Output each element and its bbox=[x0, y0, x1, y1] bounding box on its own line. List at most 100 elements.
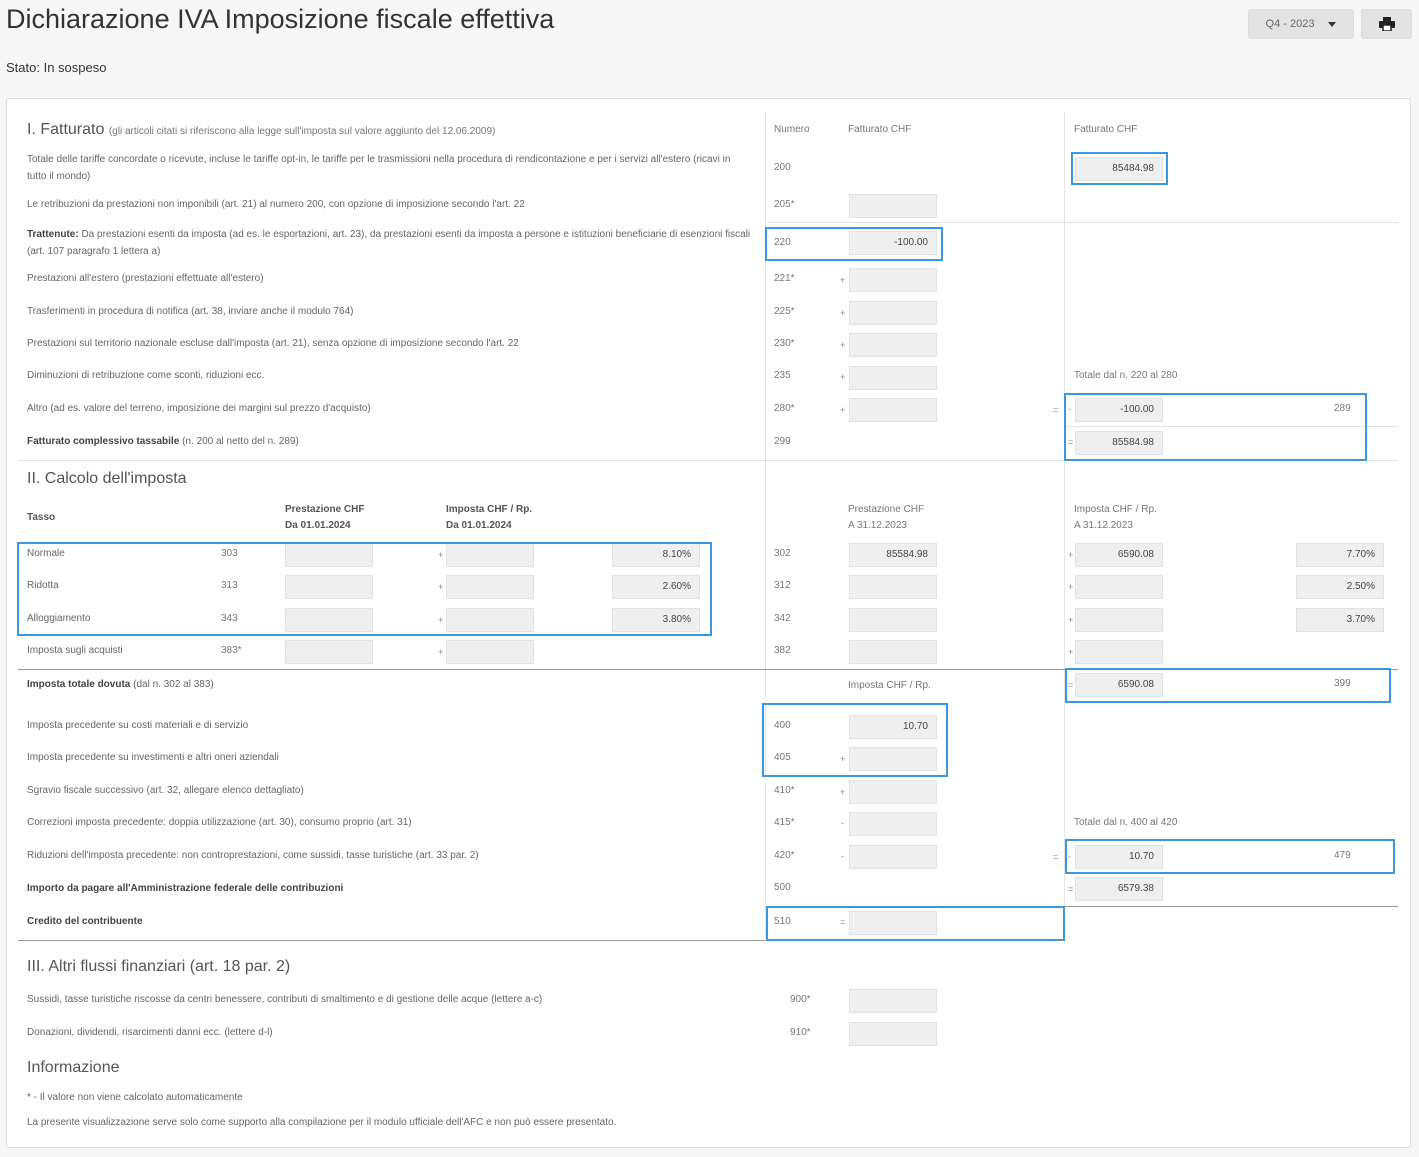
field-382-imp[interactable] bbox=[1075, 640, 1163, 664]
field-383-imp[interactable] bbox=[446, 640, 534, 664]
row-200-label: Totale delle tariffe concordate o ricevu… bbox=[27, 154, 731, 182]
minus-sign: - bbox=[841, 851, 844, 861]
col-fatturato: Fatturato CHF bbox=[848, 124, 912, 135]
totale-dovuta-label: Imposta totale dovuta (dal n. 302 al 383… bbox=[27, 679, 214, 690]
row-280-num: 280* bbox=[774, 403, 795, 414]
totale-col: Imposta CHF / Rp. bbox=[848, 680, 931, 691]
row-410-label: Sgravio fiscale successivo (art. 32, all… bbox=[27, 785, 304, 796]
col-imp-new: Imposta CHF / Rp. Da 01.01.2024 bbox=[446, 504, 533, 531]
field-302-imp[interactable]: 6590.08 bbox=[1075, 543, 1163, 567]
section-fatturato-title: I. Fatturato (gli articoli citati si rif… bbox=[27, 121, 496, 138]
minus-sign: - bbox=[841, 818, 844, 828]
field-342-imp[interactable] bbox=[1075, 608, 1163, 632]
field-500[interactable]: 6579.38 bbox=[1075, 877, 1163, 901]
plus-sign: + bbox=[840, 340, 846, 350]
highlight-box bbox=[765, 227, 943, 261]
highlight-box bbox=[1065, 839, 1395, 874]
row-910-label: Donazioni, dividendi, risarcimenti danni… bbox=[27, 1027, 273, 1038]
status-text: Stato: In sospeso bbox=[6, 60, 107, 75]
field-382-prest[interactable] bbox=[849, 640, 937, 664]
info-note-1: * - Il valore non viene calcolato automa… bbox=[27, 1092, 243, 1103]
acquisti-label: Imposta sugli acquisti bbox=[27, 645, 123, 656]
highlight-box bbox=[766, 906, 1065, 941]
field-312-prest[interactable] bbox=[849, 575, 937, 599]
row-410-num: 410* bbox=[774, 785, 795, 796]
field-420[interactable] bbox=[849, 845, 937, 869]
plus-sign: + bbox=[840, 787, 846, 797]
rate-312: 2.50% bbox=[1296, 575, 1384, 599]
row-221-num: 221* bbox=[774, 273, 795, 284]
row-225-label: Trasferimenti in procedura di notifica (… bbox=[27, 306, 354, 317]
divider bbox=[1064, 906, 1398, 907]
rate-alloggiamento-num-old: 342 bbox=[774, 613, 791, 624]
totale-220-280-label: Totale dal n. 220 al 280 bbox=[1074, 370, 1178, 381]
plus-sign: + bbox=[1068, 550, 1074, 560]
row-420-num: 420* bbox=[774, 850, 795, 861]
field-205[interactable] bbox=[849, 194, 937, 218]
row-280-label: Altro (ad es. valore del terreno, imposi… bbox=[27, 403, 371, 414]
highlight-box bbox=[1064, 393, 1367, 461]
field-225[interactable] bbox=[849, 301, 937, 325]
acquisti-num: 383* bbox=[221, 645, 242, 656]
field-900[interactable] bbox=[849, 989, 937, 1013]
row-420-label: Riduzioni dell'imposta precedente: non c… bbox=[27, 850, 479, 861]
equals-sign: = bbox=[1053, 852, 1059, 862]
plus-sign: + bbox=[840, 372, 846, 382]
row-205-num: 205* bbox=[774, 199, 795, 210]
field-312-imp[interactable] bbox=[1075, 575, 1163, 599]
field-383-prest[interactable] bbox=[285, 640, 373, 664]
plus-sign: + bbox=[840, 275, 846, 285]
credito-label: Credito del contribuente bbox=[27, 916, 143, 927]
highlight-box bbox=[1071, 152, 1168, 185]
highlight-box bbox=[762, 703, 948, 777]
field-280[interactable] bbox=[849, 398, 937, 422]
field-221[interactable] bbox=[849, 268, 937, 292]
row-230-label: Prestazioni sul territorio nazionale esc… bbox=[27, 338, 519, 349]
col-prest-old: Prestazione CHF A 31.12.2023 bbox=[848, 504, 925, 531]
col-imp-old: Imposta CHF / Rp. A 31.12.2023 bbox=[1074, 504, 1157, 531]
row-400-label: Imposta precedente su costi materiali e … bbox=[27, 720, 249, 731]
totale-400-420-label: Totale dal n. 400 al 420 bbox=[1074, 817, 1178, 828]
divider bbox=[765, 222, 1398, 223]
print-button[interactable] bbox=[1361, 9, 1412, 39]
row-415-label: Correzioni imposta precedente: doppia ut… bbox=[27, 817, 412, 828]
row-235-num: 235 bbox=[774, 370, 791, 381]
row-220-label: Trattenute: Da prestazioni esenti da imp… bbox=[27, 229, 751, 257]
section-info-title: Informazione bbox=[27, 1059, 120, 1076]
rate-342: 3.70% bbox=[1296, 608, 1384, 632]
plus-sign: + bbox=[840, 308, 846, 318]
row-235-label: Diminuzioni di retribuzione come sconti,… bbox=[27, 370, 265, 381]
row-900-label: Sussidi, tasse turistiche riscosse da ce… bbox=[27, 994, 543, 1005]
row-221-label: Prestazioni all'estero (prestazioni effe… bbox=[27, 273, 264, 284]
plus-sign: + bbox=[1068, 615, 1074, 625]
plus-sign: + bbox=[1068, 582, 1074, 592]
rate-ridotta-num-old: 312 bbox=[774, 580, 791, 591]
caret-down-icon bbox=[1328, 21, 1337, 27]
rate-normale-num-old: 302 bbox=[774, 548, 791, 559]
field-342-prest[interactable] bbox=[849, 608, 937, 632]
row-230-num: 230* bbox=[774, 338, 795, 349]
row-405-label: Imposta precedente su investimenti e alt… bbox=[27, 752, 279, 763]
col-fatturato-total: Fatturato CHF bbox=[1074, 124, 1138, 135]
highlight-box bbox=[1065, 668, 1391, 703]
col-numero: Numero bbox=[774, 124, 810, 135]
equals-sign: = bbox=[1053, 405, 1059, 415]
field-910[interactable] bbox=[849, 1022, 937, 1046]
field-230[interactable] bbox=[849, 333, 937, 357]
row-205-label: Le retribuzioni da prestazioni non impon… bbox=[27, 199, 525, 210]
printer-icon bbox=[1378, 17, 1395, 31]
field-235[interactable] bbox=[849, 366, 937, 390]
period-select[interactable]: Q4 - 2023 bbox=[1248, 9, 1354, 39]
plus-sign: + bbox=[438, 647, 444, 657]
divider bbox=[18, 940, 765, 941]
importo-num: 500 bbox=[774, 882, 791, 893]
column-divider bbox=[1064, 112, 1065, 942]
row-910-num: 910* bbox=[790, 1027, 811, 1038]
plus-sign: + bbox=[840, 405, 846, 415]
section-altri-title: III. Altri flussi finanziari (art. 18 pa… bbox=[27, 958, 291, 975]
field-415[interactable] bbox=[849, 812, 937, 836]
field-302-prest[interactable]: 85584.98 bbox=[849, 543, 937, 567]
row-299-num: 299 bbox=[774, 436, 791, 447]
row-415-num: 415* bbox=[774, 817, 795, 828]
field-410[interactable] bbox=[849, 780, 937, 804]
